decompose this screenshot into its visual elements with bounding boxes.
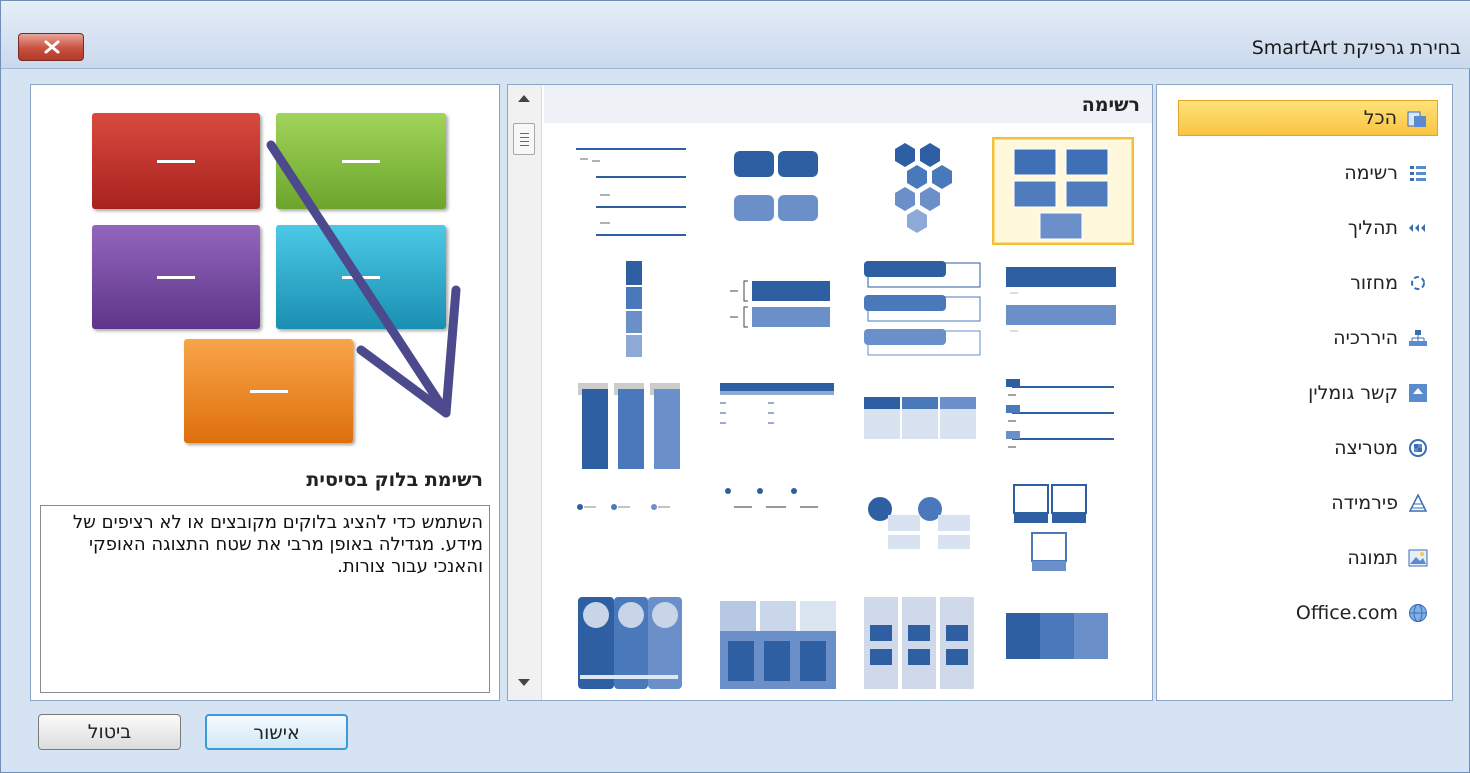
hierarchy-icon [1409, 330, 1427, 346]
layout-circle-column-list[interactable] [566, 585, 708, 693]
matrix-icon [1409, 439, 1427, 457]
category-matrix[interactable]: מטריצה [1178, 430, 1438, 466]
category-all[interactable]: הכל [1178, 100, 1438, 136]
arrow-annotation [266, 140, 461, 418]
smartart-dialog: בחירת גרפיקת SmartArt רשימת בלוק בסיסית … [0, 0, 1470, 773]
layout-horizontal-bullet-list[interactable] [992, 257, 1134, 365]
layout-dot-timeline[interactable] [708, 479, 850, 587]
dialog-title: בחירת גרפיקת SmartArt [1251, 37, 1461, 59]
category-label: פירמידה [1331, 492, 1398, 514]
layout-tab-list[interactable] [708, 585, 850, 693]
process-icon [1409, 224, 1425, 232]
category-process[interactable]: תהליך [1178, 210, 1438, 246]
category-picture[interactable]: תמונה [1178, 540, 1438, 576]
scroll-up-icon[interactable] [518, 95, 530, 102]
category-list-item[interactable]: רשימה [1178, 155, 1438, 191]
scroll-down-icon[interactable] [518, 679, 530, 686]
all-icon [1407, 111, 1426, 127]
layout-rounded-block-list[interactable] [708, 137, 850, 245]
category-label: היררכיה [1333, 327, 1398, 349]
preview-dash [157, 276, 195, 279]
layout-picture-caption-list[interactable] [992, 479, 1134, 587]
category-office-com[interactable]: Office.com [1178, 595, 1438, 631]
ok-button[interactable]: אישור [205, 714, 348, 750]
layout-gallery[interactable]: רשימה [507, 84, 1153, 701]
layout-grouped-list[interactable] [850, 373, 992, 481]
layout-name: רשימת בלוק בסיסית [306, 469, 483, 491]
layout-small-pin-list[interactable] [566, 479, 708, 587]
category-label: קשר גומלין [1308, 382, 1398, 404]
category-list: הכל רשימה תהליך מחזור היררכיה קשר גומלין… [1156, 84, 1453, 701]
scroll-thumb[interactable] [513, 123, 535, 155]
gallery-title: רשימה [1081, 94, 1140, 116]
category-relationship[interactable]: קשר גומלין [1178, 375, 1438, 411]
gallery-header: רשימה [544, 85, 1152, 123]
preview-block-purple [92, 225, 260, 329]
layout-lined-list[interactable] [566, 137, 708, 245]
layout-vertical-bullet-list[interactable] [566, 373, 708, 481]
cycle-icon [1411, 276, 1425, 290]
category-label: תהליך [1347, 217, 1398, 239]
cancel-button[interactable]: ביטול [38, 714, 181, 750]
gallery-scrollbar[interactable] [508, 85, 542, 700]
picture-icon [1408, 549, 1428, 567]
category-label: מחזור [1350, 272, 1398, 294]
description-box: השתמש כדי להציג בלוקים מקובצים או לא רצי… [40, 505, 490, 693]
preview-dash [157, 160, 195, 163]
layout-stacked-list[interactable] [850, 257, 992, 365]
list-icon [1410, 166, 1426, 181]
close-icon [44, 40, 60, 54]
layout-bracket-list[interactable] [708, 257, 850, 365]
category-cycle[interactable]: מחזור [1178, 265, 1438, 301]
category-label: מטריצה [1334, 437, 1398, 459]
layout-hexagon-cluster[interactable] [850, 137, 992, 245]
layout-vertical-box-list[interactable] [566, 257, 708, 365]
relationship-icon [1409, 384, 1427, 402]
category-label: Office.com [1295, 602, 1398, 624]
category-label: רשימה [1344, 162, 1398, 184]
layout-basic-block-list[interactable] [992, 137, 1134, 245]
preview-panel: רשימת בלוק בסיסית השתמש כדי להציג בלוקים… [30, 84, 500, 701]
category-pyramid[interactable]: פירמידה [1178, 485, 1438, 521]
layout-circle-box-list[interactable] [850, 479, 992, 587]
category-label: תמונה [1347, 547, 1398, 569]
category-hierarchy[interactable]: היררכיה [1178, 320, 1438, 356]
layout-grid-matrix-list[interactable] [850, 585, 992, 693]
layout-description: השתמש כדי להציג בלוקים מקובצים או לא רצי… [72, 512, 483, 577]
close-button[interactable] [18, 33, 84, 61]
pyramid-icon [1408, 493, 1428, 512]
layout-horizontal-stacked[interactable] [992, 585, 1134, 693]
title-bar: בחירת גרפיקת SmartArt [1, 1, 1470, 69]
globe-icon [1409, 604, 1427, 622]
layout-table-list[interactable] [992, 373, 1134, 481]
layout-pyramid-list[interactable] [708, 373, 850, 481]
category-label: הכל [1363, 107, 1397, 129]
preview-block-red [92, 113, 260, 209]
